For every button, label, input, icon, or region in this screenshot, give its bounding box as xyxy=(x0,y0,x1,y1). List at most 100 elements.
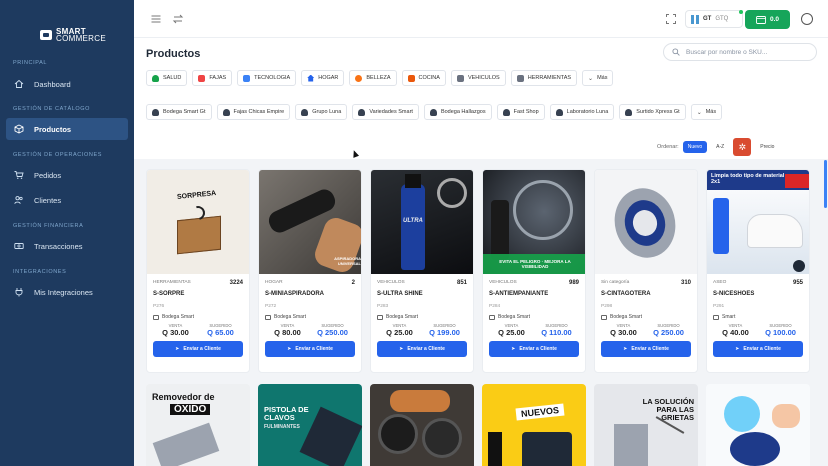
plug-icon xyxy=(15,288,23,297)
currency-code: GTQ xyxy=(715,16,729,22)
chip-label: SALUD xyxy=(163,75,182,81)
cart-button[interactable]: 0.0 xyxy=(745,10,790,29)
send-to-client-button[interactable]: ➤ Enviar a Cliente xyxy=(265,341,355,357)
chip-cocina[interactable]: COCINA xyxy=(401,70,446,86)
sort-nuevo-button[interactable]: Nuevo xyxy=(682,141,708,153)
chip-label: Grupo Luna xyxy=(312,109,342,115)
chip-mas-suppliers[interactable]: ⌄ Más xyxy=(690,104,723,120)
image-subtext: FULMINANTES xyxy=(264,424,300,430)
send-to-client-button[interactable]: ➤ Enviar a Cliente xyxy=(713,341,803,357)
chip-label: Fast Shop xyxy=(513,109,539,115)
chip-tecnologia[interactable]: TECNOLOGIA xyxy=(237,70,297,86)
sidebar-item-integraciones[interactable]: Mis Integraciones xyxy=(6,281,128,303)
country-selector[interactable]: GT GTQ xyxy=(685,10,743,28)
product-card[interactable]: Removedor de ÓXIDO xyxy=(146,384,250,466)
send-to-client-button[interactable]: ➤ Enviar a Cliente xyxy=(377,341,467,357)
product-card[interactable]: PISTOLA DE CLAVOS FULMINANTES xyxy=(258,384,362,466)
product-card[interactable]: LA SOLUCIÓN PARA LAS GRIETAS xyxy=(594,384,698,466)
product-name: S-SORPRE xyxy=(153,291,185,297)
section-operaciones: GESTIÓN DE OPERACIONES xyxy=(13,152,102,158)
product-card[interactable] xyxy=(706,384,810,466)
swap-icon[interactable] xyxy=(172,13,184,25)
product-image: ULTRA xyxy=(371,170,473,274)
gear-icon[interactable]: ✲ xyxy=(733,138,752,156)
chip-belleza[interactable]: BELLEZA xyxy=(349,70,397,86)
person-icon xyxy=(625,108,633,116)
send-to-client-button[interactable]: ➤ Enviar a Cliente xyxy=(153,341,243,357)
sale-price: Q 25.00 xyxy=(386,328,413,337)
product-image: EVITA EL PELIGRO · MEJORA LA VISIBILIDAD xyxy=(483,170,585,274)
product-supplier: Bodega Smart xyxy=(498,314,530,320)
chip-label: HOGAR xyxy=(318,75,339,81)
chip-supplier[interactable]: Bodega Hallazgos xyxy=(423,104,492,120)
person-icon xyxy=(222,108,230,116)
product-card[interactable]: Sin categoría 310 S-CINTAGOTERA P298 Bode… xyxy=(594,169,698,373)
wallet-icon xyxy=(756,15,766,24)
product-card[interactable]: NUEVOS xyxy=(482,384,586,466)
chip-supplier[interactable]: Laboratorio Luna xyxy=(549,104,615,120)
chip-label: Bodega Hallazgos xyxy=(440,109,486,115)
chip-supplier[interactable]: Variedades Smart xyxy=(352,104,419,120)
chip-herramientas[interactable]: HERRAMIENTAS xyxy=(510,70,578,86)
send-to-client-button[interactable]: ➤ Enviar a Cliente xyxy=(601,341,691,357)
sidebar-item-label: Pedidos xyxy=(34,170,62,180)
product-stock: 310 xyxy=(680,280,691,286)
beauty-icon xyxy=(355,74,363,82)
sidebar-item-label: Clientes xyxy=(34,195,62,205)
store-icon xyxy=(601,314,607,320)
sidebar-item-label: Dashboard xyxy=(34,79,71,89)
chip-supplier[interactable]: Fajas Chicas Empire xyxy=(216,104,291,120)
brand-line2: COMMERCE xyxy=(56,34,106,43)
fullscreen-icon[interactable] xyxy=(665,13,677,25)
send-label: Enviar a Cliente xyxy=(743,346,781,352)
product-image xyxy=(595,170,697,274)
store-icon xyxy=(713,314,719,320)
chip-vehiculos[interactable]: VEHICULOS xyxy=(450,70,506,86)
guatemala-flag-icon xyxy=(691,14,700,24)
status-dot xyxy=(739,10,743,14)
product-card[interactable]: EVITA EL PELIGRO · MEJORA LA VISIBILIDAD… xyxy=(482,169,586,373)
brand-logo[interactable]: SMART COMMERCE xyxy=(0,0,134,50)
chip-supplier[interactable]: Fast Shop xyxy=(496,104,545,120)
sort-az-button[interactable]: A-Z xyxy=(711,141,729,153)
user-avatar-icon[interactable] xyxy=(801,13,813,25)
sidebar-item-productos[interactable]: Productos xyxy=(6,118,128,140)
chip-supplier[interactable]: Bodega Smart Gt xyxy=(146,104,212,120)
product-image: ASPIRADORA UNIVERSAL xyxy=(259,170,361,274)
sort-precio-button[interactable]: Precio xyxy=(755,141,779,153)
sidebar: SMART COMMERCE PRINCIPAL Dashboard GESTI… xyxy=(0,0,134,466)
sale-price: Q 40.00 xyxy=(722,328,749,337)
chip-hogar[interactable]: HOGAR xyxy=(301,70,345,86)
topbar: GT GTQ 0.0 xyxy=(134,0,828,38)
send-label: Enviar a Cliente xyxy=(519,346,557,352)
sidebar-item-label: Productos xyxy=(34,124,72,134)
send-to-client-button[interactable]: ➤ Enviar a Cliente xyxy=(489,341,579,357)
product-card[interactable]: ASPIRADORA UNIVERSAL HOGAR 2 S-MINIASPIRA… xyxy=(258,169,362,373)
chip-supplier[interactable]: Grupo Luna xyxy=(295,104,348,120)
sidebar-item-clientes[interactable]: Clientes xyxy=(6,189,128,211)
menu-icon[interactable] xyxy=(150,13,162,25)
sidebar-item-transacciones[interactable]: Transacciones xyxy=(6,235,128,257)
sale-price: Q 25.00 xyxy=(498,328,525,337)
chip-fajas[interactable]: FAJAS xyxy=(192,70,233,86)
tools-icon xyxy=(516,74,524,82)
product-name: S-NICESHOES xyxy=(713,291,755,297)
product-card[interactable] xyxy=(370,384,474,466)
home-icon xyxy=(14,79,24,88)
search-input[interactable]: Buscar por nombre o SKU... xyxy=(663,43,817,61)
product-card[interactable]: SORPRESA HERRAMIENTAS 3224 S-SORPRE P276 … xyxy=(146,169,250,373)
suggested-price: Q 250.00 xyxy=(317,328,348,337)
utensils-icon xyxy=(407,74,415,82)
product-name: S-ULTRA SHINE xyxy=(377,291,423,297)
chip-label: TECNOLOGIA xyxy=(254,75,291,81)
product-sku: P298 xyxy=(601,304,613,309)
sidebar-item-dashboard[interactable]: Dashboard xyxy=(6,73,128,95)
sidebar-item-pedidos[interactable]: Pedidos xyxy=(6,164,128,186)
chip-salud[interactable]: SALUD xyxy=(146,70,188,86)
scrollbar[interactable] xyxy=(824,160,827,208)
cube-icon xyxy=(14,124,24,134)
product-card[interactable]: Limpia todo tipo de material · 2x1 ASEO 9… xyxy=(706,169,810,373)
product-card[interactable]: ULTRA VEHICULOS 851 S-ULTRA SHINE P283 Bo… xyxy=(370,169,474,373)
chip-mas[interactable]: ⌄ Más xyxy=(582,70,614,86)
chip-supplier[interactable]: Surtido Xpress Gt xyxy=(619,104,686,120)
